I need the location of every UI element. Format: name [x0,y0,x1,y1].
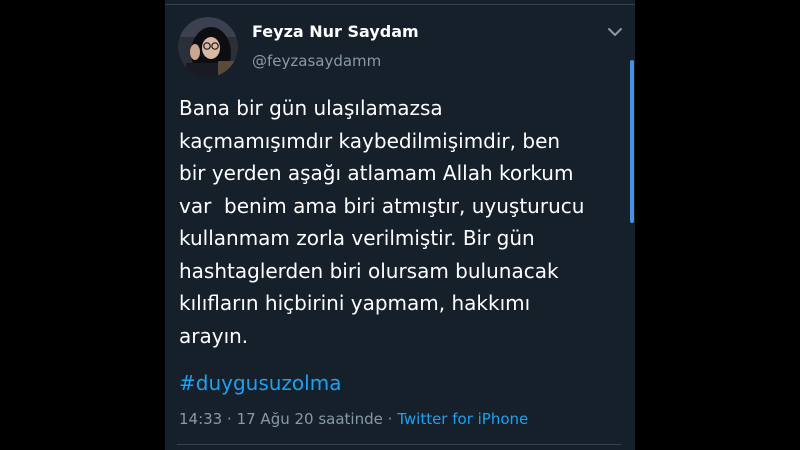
tweet-text-line: hashtaglerden biri olursam bulunacak [179,258,559,283]
tweet-text-line: kaçmamışımdır kaybedilmişimdir, ben [179,128,561,153]
chevron-down-icon[interactable] [605,24,625,40]
scrollbar[interactable] [630,60,634,223]
tweet-text-line: bir yerden aşağı atlamam Allah korkum [179,161,574,185]
meta-separator: · [387,410,393,428]
tweet-card: Feyza Nur Saydam @feyzasaydamm Bana bir … [165,0,635,450]
tweet-date[interactable]: 17 Ağu 20 saatinde [237,410,383,428]
tweet-text-line: arayın. [179,323,249,348]
tweet-time[interactable]: 14:33 [179,410,222,428]
tweet-meta: 14:33 · 17 Ağu 20 saatinde · Twitter for… [179,410,528,428]
bottom-divider [177,444,621,445]
tweet-text-line: kılıfların hiçbirini yapmam, hakkımı [179,291,531,315]
top-divider [165,4,635,5]
tweet-text-line: var benim ama biri atmıştır, uyuşturucu [179,193,585,218]
tweet-text: Bana bir gün ulaşılamazsa kaçmamışımdır … [179,92,624,352]
avatar[interactable] [178,17,238,77]
user-handle[interactable]: @feyzasaydamm [252,52,381,70]
tweet-text-line: Bana bir gün ulaşılamazsa [179,96,443,120]
display-name[interactable]: Feyza Nur Saydam [252,22,419,41]
avatar-image [178,17,238,77]
tweet-text-line: kullanmam zorla verilmiştir. Bir gün [179,226,535,250]
tweet-source-link[interactable]: Twitter for iPhone [397,410,528,428]
meta-separator: · [227,410,232,428]
hashtag-link[interactable]: #duygusuzolma [179,371,341,395]
